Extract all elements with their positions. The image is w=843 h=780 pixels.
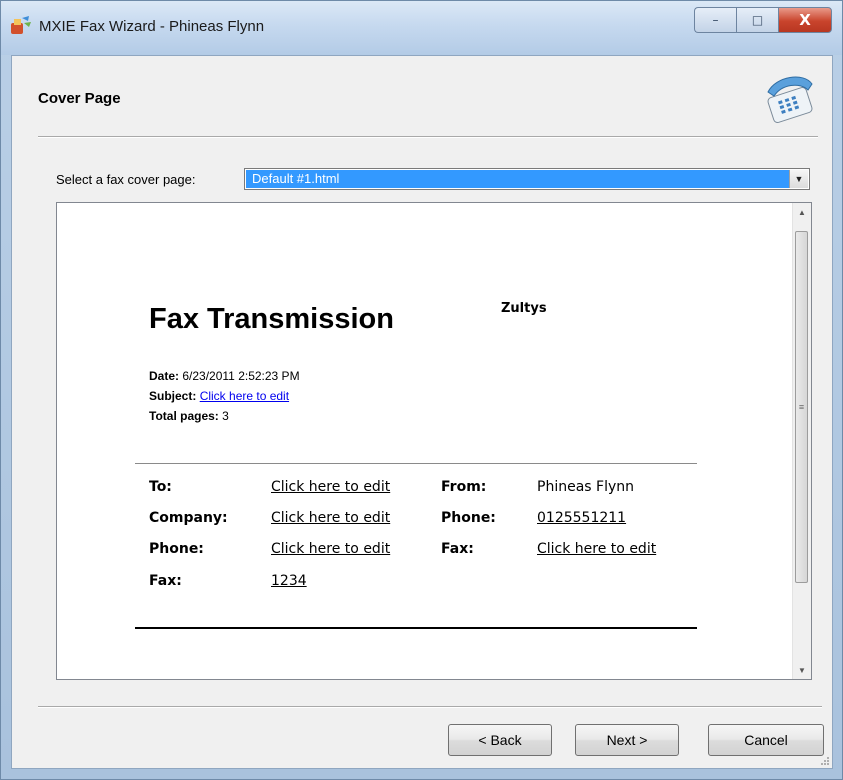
date-line: Date: 6/23/2011 2:52:23 PM <box>149 369 300 383</box>
total-pages-line: Total pages: 3 <box>149 409 229 423</box>
preview-bottom-rule <box>135 627 697 629</box>
total-pages-value: 3 <box>222 409 229 423</box>
sender-fax-edit-link[interactable]: Click here to edit <box>537 541 656 557</box>
fax-telephone-icon <box>767 76 813 124</box>
cover-page-preview: Fax Transmission Zultys Date: 6/23/2011 … <box>56 202 812 680</box>
maximize-button[interactable]: □ <box>736 7 778 33</box>
window-controls: – □ X <box>694 7 832 33</box>
date-label: Date: <box>149 369 180 383</box>
subject-label: Subject: <box>149 389 197 403</box>
fax-wizard-icon <box>11 16 31 34</box>
next-button[interactable]: Next > <box>575 724 679 756</box>
subject-line: Subject: Click here to edit <box>149 389 289 403</box>
recipient-fax-link[interactable]: 1234 <box>271 573 307 589</box>
cover-page-dropdown[interactable]: Default #1.html ▼ <box>244 168 810 190</box>
cover-select-label: Select a fax cover page: <box>56 172 196 187</box>
sender-phone-label: Phone: <box>441 510 496 526</box>
chevron-down-icon[interactable]: ▼ <box>789 170 808 188</box>
recipient-phone-label: Phone: <box>149 541 204 557</box>
subject-edit-link[interactable]: Click here to edit <box>200 389 289 403</box>
wizard-header: Cover Page <box>12 56 832 136</box>
to-edit-link[interactable]: Click here to edit <box>271 479 390 495</box>
scrollbar-thumb[interactable]: ≡ <box>795 231 808 583</box>
close-button[interactable]: X <box>778 7 832 33</box>
window-title: MXIE Fax Wizard - Phineas Flynn <box>39 18 265 35</box>
back-button[interactable]: < Back <box>448 724 552 756</box>
date-value: 6/23/2011 2:52:23 PM <box>182 369 300 383</box>
preview-divider <box>135 463 697 464</box>
from-label: From: <box>441 479 487 495</box>
company-name: Zultys <box>501 301 547 316</box>
sender-phone-link[interactable]: 0125551211 <box>537 510 626 526</box>
recipient-phone-edit-link[interactable]: Click here to edit <box>271 541 390 557</box>
footer-divider <box>38 706 822 708</box>
resize-grip-icon[interactable] <box>820 756 830 766</box>
company-label: Company: <box>149 510 228 526</box>
minimize-button[interactable]: – <box>694 7 736 33</box>
scroll-up-icon[interactable]: ▲ <box>793 203 811 221</box>
to-label: To: <box>149 479 172 495</box>
page-title: Cover Page <box>38 90 121 107</box>
company-edit-link[interactable]: Click here to edit <box>271 510 390 526</box>
preview-scrollbar[interactable]: ▲ ≡ ▼ <box>792 203 811 679</box>
recipient-fax-label: Fax: <box>149 573 182 589</box>
scroll-down-icon[interactable]: ▼ <box>793 661 811 679</box>
cancel-button[interactable]: Cancel <box>708 724 824 756</box>
cover-page-selected-value[interactable]: Default #1.html <box>246 170 789 188</box>
header-divider <box>38 136 818 138</box>
wizard-client-area: Cover Page Select a fax cover page: Defa… <box>11 55 833 769</box>
fax-heading: Fax Transmission <box>149 303 394 335</box>
from-value: Phineas Flynn <box>537 479 634 495</box>
sender-fax-label: Fax: <box>441 541 474 557</box>
total-pages-label: Total pages: <box>149 409 219 423</box>
fax-wizard-window: MXIE Fax Wizard - Phineas Flynn – □ X Co… <box>0 0 843 780</box>
title-bar[interactable]: MXIE Fax Wizard - Phineas Flynn – □ X <box>1 1 842 55</box>
